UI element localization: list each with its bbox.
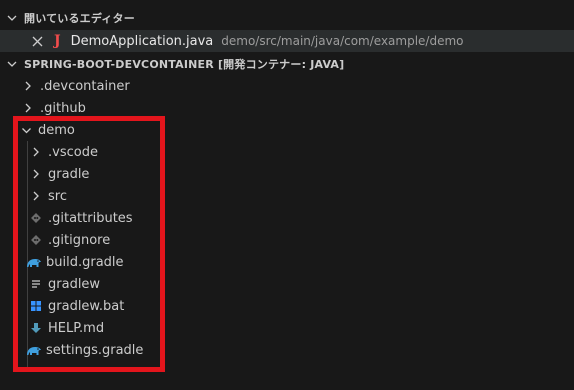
windows-icon bbox=[28, 298, 44, 314]
tree-item-gradlew-bat[interactable]: gradlew.bat bbox=[0, 295, 574, 317]
tree-item-gradlew[interactable]: gradlew bbox=[0, 273, 574, 295]
chevron-down-icon bbox=[4, 12, 20, 24]
tree-item-settings-gradle[interactable]: settings.gradle bbox=[0, 339, 574, 361]
explorer-panel: 開いているエディター J DemoApplication.java demo/s… bbox=[0, 0, 574, 390]
tree-item-label: gradlew.bat bbox=[48, 298, 125, 314]
tree-item-help-md[interactable]: HELP.md bbox=[0, 317, 574, 339]
text-lines-icon bbox=[28, 276, 44, 292]
tree-item-gitignore[interactable]: .gitignore bbox=[0, 229, 574, 251]
markdown-arrow-icon bbox=[28, 320, 44, 336]
tree-item-label: HELP.md bbox=[48, 320, 105, 336]
chevron-right-icon bbox=[28, 188, 44, 204]
tree-item-github[interactable]: .github bbox=[0, 97, 574, 119]
tree-item-label: gradle bbox=[48, 166, 90, 182]
tree-item-label: build.gradle bbox=[46, 254, 124, 270]
gradle-elephant-icon bbox=[26, 342, 42, 358]
java-icon: J bbox=[54, 33, 61, 49]
chevron-right-icon bbox=[28, 166, 44, 182]
chevron-right-icon bbox=[20, 100, 36, 116]
tree-item-vscode[interactable]: .vscode bbox=[0, 141, 574, 163]
workspace-header[interactable]: SPRING-BOOT-DEVCONTAINER [開発コンテナー: JAVA] bbox=[0, 53, 574, 75]
open-editors-header[interactable]: 開いているエディター bbox=[0, 7, 574, 29]
tree-item-demo[interactable]: demo bbox=[0, 119, 574, 141]
workspace-title: SPRING-BOOT-DEVCONTAINER [開発コンテナー: JAVA] bbox=[24, 58, 345, 71]
tree-item-label: settings.gradle bbox=[46, 342, 144, 358]
tree-item-label: .vscode bbox=[48, 144, 98, 160]
chevron-right-icon bbox=[28, 144, 44, 160]
open-editor-item[interactable]: J DemoApplication.java demo/src/main/jav… bbox=[0, 30, 574, 52]
tree-item-gradle-folder[interactable]: gradle bbox=[0, 163, 574, 185]
tree-item-label: gradlew bbox=[48, 276, 101, 292]
tree-item-src[interactable]: src bbox=[0, 185, 574, 207]
chevron-right-icon bbox=[20, 78, 36, 94]
chevron-down-icon bbox=[4, 58, 20, 70]
tree-item-build-gradle[interactable]: build.gradle bbox=[0, 251, 574, 273]
git-icon bbox=[28, 232, 44, 248]
open-editor-filename: DemoApplication.java bbox=[70, 33, 214, 49]
tree-item-label: .gitattributes bbox=[48, 210, 133, 226]
tree-item-label: demo bbox=[38, 122, 75, 138]
git-icon bbox=[28, 210, 44, 226]
tree-item-label: .github bbox=[40, 100, 86, 116]
open-editor-path: demo/src/main/java/com/example/demo bbox=[221, 34, 464, 48]
tree-item-label: .gitignore bbox=[48, 232, 111, 248]
gradle-elephant-icon bbox=[26, 254, 42, 270]
tree-item-label: src bbox=[48, 188, 67, 204]
close-icon[interactable] bbox=[30, 34, 44, 48]
open-editors-title: 開いているエディター bbox=[24, 12, 135, 25]
tree-item-devcontainer[interactable]: .devcontainer bbox=[0, 75, 574, 97]
tree-item-gitattributes[interactable]: .gitattributes bbox=[0, 207, 574, 229]
tree-item-label: .devcontainer bbox=[40, 78, 130, 94]
chevron-down-icon bbox=[18, 122, 34, 138]
